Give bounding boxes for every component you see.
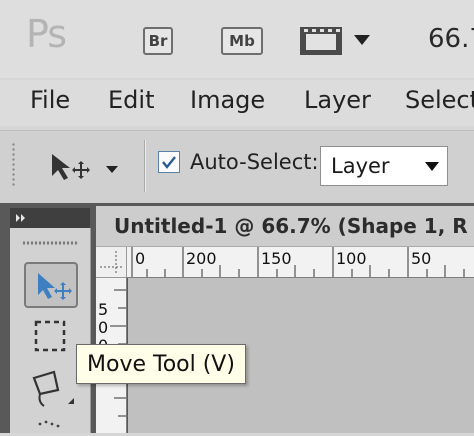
ruler-label: 0 (98, 318, 109, 337)
expand-panel-icon (16, 214, 25, 222)
ruler-origin[interactable] (96, 247, 127, 278)
mini-bridge-icon: Mb (221, 27, 263, 55)
tool-preset-picker[interactable] (44, 148, 128, 184)
chevron-down-icon (425, 162, 439, 171)
options-bar-grip[interactable] (11, 142, 16, 186)
ruler-label: 200 (186, 249, 217, 268)
toolbox-grip[interactable] (22, 240, 78, 246)
menu-file[interactable]: File (30, 86, 70, 114)
flyout-indicator-icon (68, 398, 74, 404)
move-tool-icon (52, 154, 118, 180)
auto-select-target-value: Layer (331, 154, 390, 178)
menu-edit[interactable]: Edit (108, 86, 154, 114)
menu-image[interactable]: Image (190, 86, 265, 114)
auto-select-target-dropdown[interactable]: Layer (320, 146, 448, 186)
chevron-down-icon (106, 166, 118, 173)
menu-layer[interactable]: Layer (304, 86, 371, 114)
auto-select-label: Auto-Select: (190, 150, 319, 174)
toolbox-header[interactable] (10, 208, 90, 228)
auto-select-checkbox[interactable] (158, 151, 180, 173)
options-separator (144, 140, 145, 192)
ruler-label: 150 (261, 249, 292, 268)
quick-selection-tool-button[interactable] (32, 414, 68, 432)
document-title: Untitled-1 @ 66.7% (Shape 1, R (114, 214, 468, 238)
ruler-origin-icon (100, 251, 124, 275)
marquee-tool-button[interactable] (30, 316, 70, 356)
zoom-level-field[interactable]: 66.7 (428, 24, 474, 54)
checkmark-icon (162, 156, 176, 169)
move-tool-icon (38, 273, 72, 300)
move-tool-button[interactable] (24, 262, 78, 308)
marquee-icon (34, 320, 66, 352)
launch-bridge-button[interactable]: Br (140, 26, 176, 56)
horizontal-ruler[interactable]: 0 200 150 100 50 (127, 247, 474, 278)
film-icon (300, 27, 370, 55)
magic-wand-icon (38, 420, 60, 428)
launch-mini-bridge-button[interactable]: Mb (218, 26, 266, 56)
lasso-tool-button[interactable] (28, 366, 76, 410)
menu-select[interactable]: Select (405, 86, 474, 114)
ruler-label: 5 (98, 300, 109, 319)
ruler-label: 0 (135, 249, 146, 268)
view-extras-dropdown[interactable] (298, 26, 378, 56)
chevron-down-icon (354, 35, 370, 45)
bridge-icon: Br (143, 27, 173, 55)
photoshop-logo: Ps (26, 12, 67, 56)
ruler-label: 100 (336, 249, 367, 268)
tool-tooltip: Move Tool (V) (76, 344, 246, 384)
lasso-icon (32, 370, 74, 407)
ruler-label: 50 (411, 249, 432, 268)
